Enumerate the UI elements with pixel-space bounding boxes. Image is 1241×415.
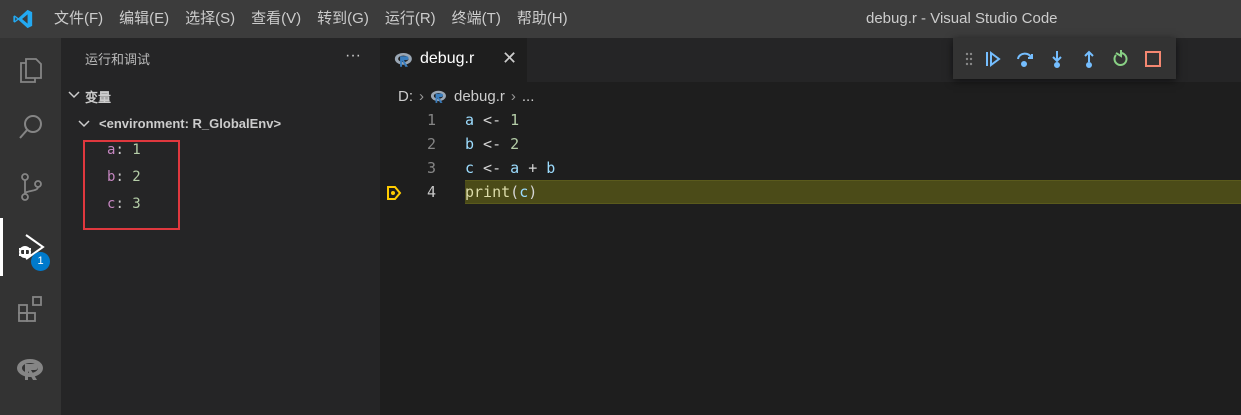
breadcrumb-file[interactable]: debug.r — [454, 88, 505, 105]
code-token: b — [546, 159, 556, 177]
environment-node[interactable]: <environment: R_GlobalEnv> — [61, 112, 380, 134]
code-line[interactable]: 2b <- 2 — [380, 133, 1241, 157]
tab-debug-r[interactable]: debug.r ✕ — [380, 38, 527, 82]
continue-icon[interactable] — [977, 43, 1009, 75]
breadcrumb-more[interactable]: ... — [522, 88, 535, 105]
stop-icon[interactable] — [1137, 43, 1169, 75]
code-text: print(c) — [465, 183, 537, 201]
menu-go[interactable]: 转到(G) — [309, 0, 377, 38]
code-text: a <- 1 — [465, 111, 519, 129]
debug-badge: 1 — [31, 252, 50, 271]
menu-edit[interactable]: 编辑(E) — [111, 0, 177, 38]
explorer-icon[interactable] — [0, 40, 61, 98]
code-token: 1 — [510, 111, 520, 129]
menu-run[interactable]: 运行(R) — [377, 0, 444, 38]
code-line[interactable]: 1a <- 1 — [380, 109, 1241, 133]
more-actions-button[interactable]: ··· — [341, 46, 365, 70]
r-file-icon — [394, 52, 412, 67]
code-token: + — [519, 159, 547, 177]
step-over-icon[interactable] — [1009, 43, 1041, 75]
code-token: ) — [528, 183, 538, 201]
source-control-icon[interactable] — [0, 158, 61, 216]
code-token: a — [465, 111, 475, 129]
line-number: 4 — [426, 183, 436, 201]
editor-area: debug.r ✕ D: › debug.r › ... 1a <- 12b <… — [380, 38, 1241, 415]
menu-view[interactable]: 查看(V) — [243, 0, 309, 38]
variables-section-header[interactable]: 变量 — [61, 84, 380, 106]
variables-section-label: 变量 — [85, 90, 112, 105]
code-token: <- — [474, 135, 511, 153]
code-token: c — [465, 159, 475, 177]
menu-help[interactable]: 帮助(H) — [509, 0, 576, 38]
close-icon[interactable]: ✕ — [502, 48, 517, 69]
tab-label: debug.r — [420, 50, 475, 67]
grip-icon[interactable] — [961, 43, 977, 75]
chevron-down-icon — [68, 91, 80, 99]
code-token: <- — [474, 111, 511, 129]
chevron-down-icon — [78, 120, 90, 128]
menu-file[interactable]: 文件(F) — [46, 0, 111, 38]
code-token: ( — [510, 183, 520, 201]
chevron-right-icon: › — [419, 87, 424, 105]
window-title-text: debug.r - Visual Studio Code — [866, 10, 1058, 27]
r-file-icon — [430, 90, 446, 103]
code-token: <- — [474, 159, 511, 177]
code-token: a — [510, 159, 520, 177]
menu-bar: 文件(F) 编辑(E) 选择(S) 查看(V) 转到(G) 运行(R) 终端(T… — [46, 0, 576, 38]
line-number: 2 — [426, 135, 436, 153]
restart-icon[interactable] — [1105, 43, 1137, 75]
environment-label: <environment: R_GlobalEnv> — [99, 116, 282, 131]
step-out-icon[interactable] — [1073, 43, 1105, 75]
line-number: 1 — [426, 111, 436, 129]
vscode-logo-icon — [0, 0, 46, 38]
code-line[interactable]: 3 c <- a + b — [380, 157, 1241, 181]
menu-selection[interactable]: 选择(S) — [177, 0, 243, 38]
line-number: 3 — [426, 159, 436, 177]
code-token: c — [519, 183, 529, 201]
annotation-highlight-box — [83, 140, 180, 230]
breadcrumb-drive[interactable]: D: — [398, 88, 413, 105]
run-debug-icon[interactable]: 1 — [0, 218, 61, 276]
code-text: b <- 2 — [465, 135, 519, 153]
chevron-right-icon: › — [510, 87, 516, 105]
debug-sidebar: 运行和调试 ··· 变量 <environment: R_GlobalEnv> … — [61, 38, 380, 415]
code-text: c <- a + b — [465, 159, 555, 177]
r-icon[interactable] — [0, 340, 61, 398]
code-token: 2 — [510, 135, 520, 153]
debug-toolbar — [953, 38, 1176, 79]
search-icon[interactable] — [0, 98, 61, 156]
code-line[interactable]: 4 print(c) — [380, 181, 1241, 205]
breadcrumb: D: › debug.r › ... — [398, 85, 534, 107]
code-token: b — [465, 135, 475, 153]
title-bar: 文件(F) 编辑(E) 选择(S) 查看(V) 转到(G) 运行(R) 终端(T… — [0, 0, 1241, 38]
sidebar-title: 运行和调试 — [85, 52, 151, 67]
step-into-icon[interactable] — [1041, 43, 1073, 75]
activity-bar: 1 — [0, 38, 61, 415]
extensions-icon[interactable] — [0, 280, 61, 338]
menu-terminal[interactable]: 终端(T) — [444, 0, 509, 38]
code-token: print — [465, 183, 511, 201]
